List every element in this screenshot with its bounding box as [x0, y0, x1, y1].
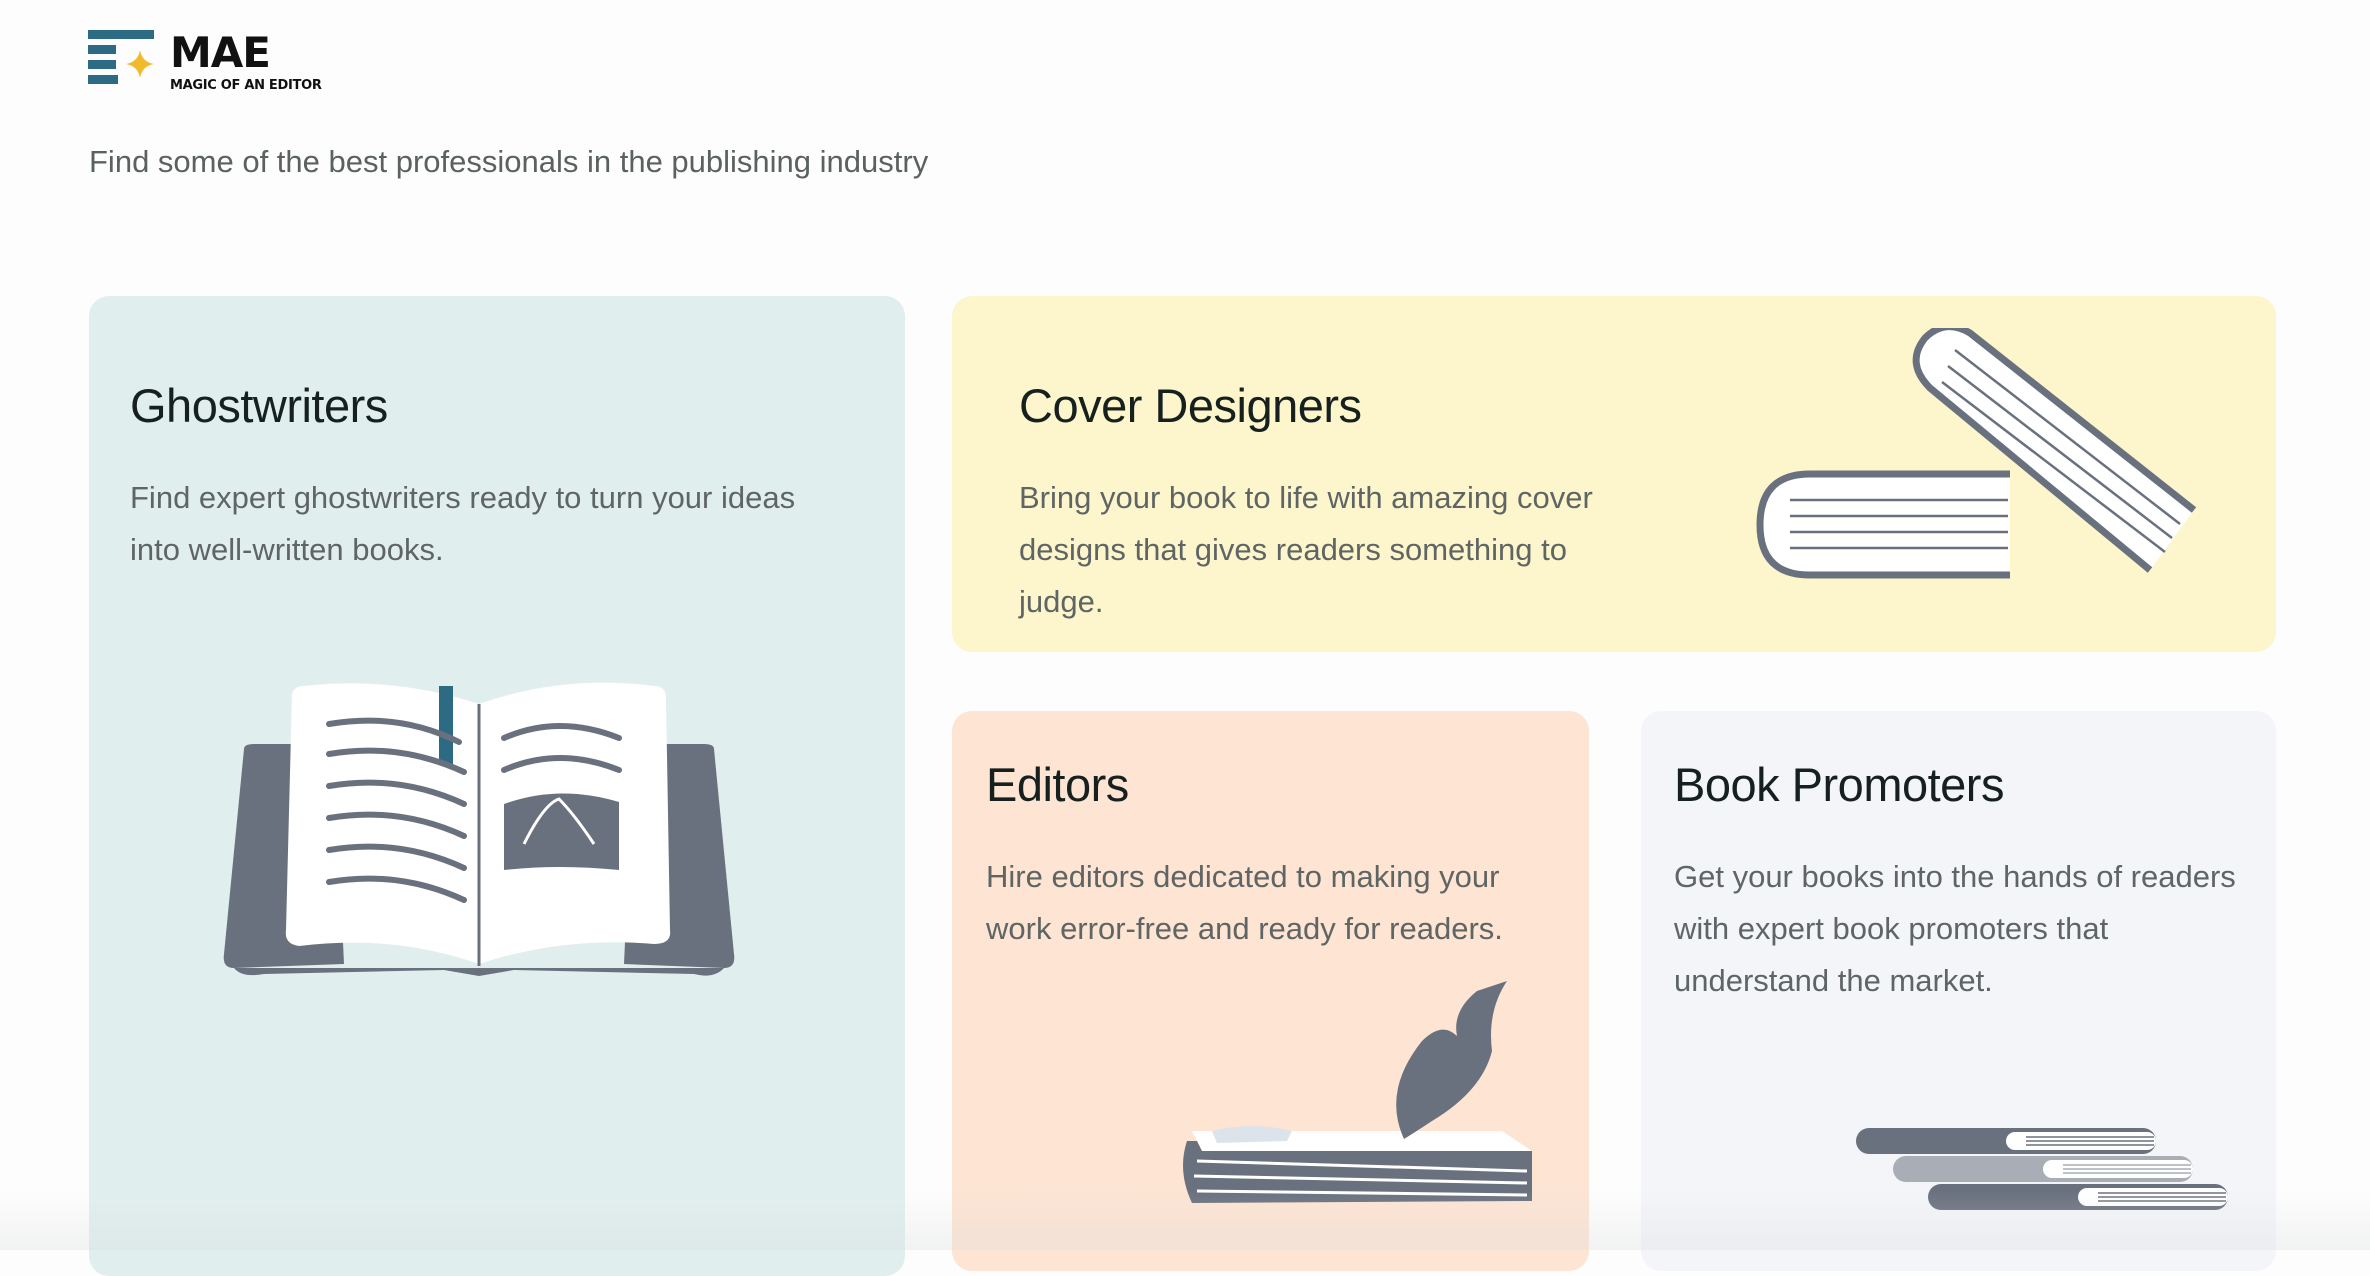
two-books-icon [1756, 328, 2197, 579]
book-with-quill-icon [1183, 981, 1532, 1203]
card-title: Cover Designers [1019, 379, 1362, 432]
mae-logo-icon [88, 30, 154, 84]
card-title: Book Promoters [1674, 758, 2004, 811]
card-description: Hire editors dedicated to making your wo… [986, 859, 1503, 946]
card-cover-designers[interactable]: Cover Designers Bring your book to life … [952, 296, 2276, 652]
card-title: Ghostwriters [130, 379, 388, 432]
card-editors[interactable]: Editors Hire editors dedicated to making… [952, 711, 1589, 1271]
book-stack-icon [1856, 1128, 2228, 1210]
card-description: Get your books into the hands of readers… [1674, 859, 2236, 998]
open-book-icon [223, 682, 735, 976]
brand-name: MAE [170, 28, 271, 77]
card-book-promoters[interactable]: Book Promoters Get your books into the h… [1641, 711, 2276, 1271]
card-description: Find expert ghostwriters ready to turn y… [130, 480, 796, 567]
card-title: Editors [986, 758, 1129, 811]
card-description: Bring your book to life with amazing cov… [1019, 480, 1593, 619]
page-tagline: Find some of the best professionals in t… [89, 144, 929, 179]
site-header: MAE MAGIC OF AN EDITOR [88, 30, 488, 100]
brand-subtitle: MAGIC OF AN EDITOR [170, 78, 322, 93]
card-ghostwriters[interactable]: Ghostwriters Find expert ghostwriters re… [89, 296, 905, 1276]
